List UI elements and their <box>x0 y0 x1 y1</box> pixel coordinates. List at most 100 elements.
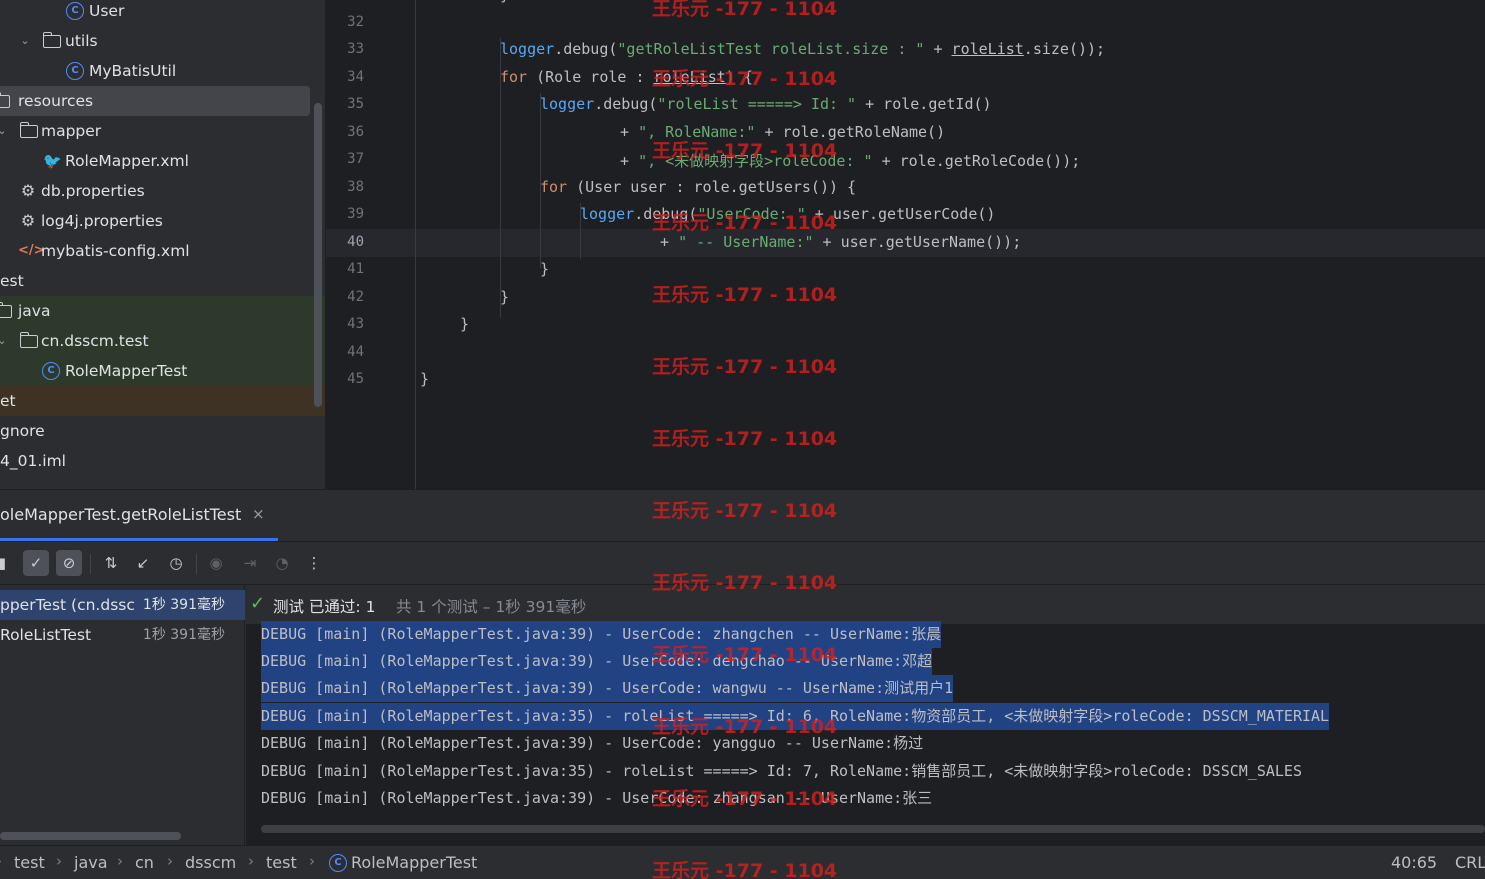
line-number[interactable]: 34 <box>326 69 364 85</box>
show-ignored-icon[interactable]: ⊘ <box>56 550 82 576</box>
code-line-45[interactable]: } <box>420 370 429 388</box>
breadcrumb-separator: › <box>248 852 254 870</box>
line-number[interactable]: 38 <box>326 179 364 195</box>
console-line[interactable]: DEBUG [main] (RoleMapperTest.java:35) - … <box>261 758 1302 785</box>
collapse-icon[interactable]: ↙ <box>130 550 156 576</box>
code-line-38[interactable]: for (User user : role.getUsers()) { <box>540 178 856 196</box>
code-line-33[interactable]: logger.debug("getRoleListTest roleList.s… <box>500 40 1105 58</box>
screenshot-icon[interactable]: ◉ <box>203 550 229 576</box>
coverage-icon[interactable]: ◔ <box>269 550 295 576</box>
sort-icon[interactable]: ⇅ <box>98 550 124 576</box>
tree-horizontal-scrollbar[interactable] <box>0 832 181 840</box>
line-number[interactable]: 45 <box>326 371 364 387</box>
console-horizontal-scrollbar[interactable] <box>261 825 1485 833</box>
breadcrumb-item[interactable]: java <box>74 853 108 872</box>
tree-item-user[interactable]: C User <box>0 0 312 26</box>
tree-item-mybatis-config[interactable]: </> mybatis-config.xml <box>0 236 312 266</box>
chevron-down-icon[interactable]: ⌄ <box>0 326 8 356</box>
check-icon: ✓ <box>250 593 266 614</box>
tree-item-rolemappertest[interactable]: C RoleMapperTest <box>0 356 325 386</box>
tree-item-java[interactable]: java <box>0 296 325 326</box>
console-output[interactable]: ✓ 测试 已通过: 1 共 1 个测试 – 1秒 391毫秒 DEBUG [ma… <box>246 585 1485 845</box>
run-tab-bar: oleMapperTest.getRoleListTest × <box>0 489 1485 541</box>
chevron-down-icon[interactable]: ⌄ <box>0 116 8 146</box>
indent-guide <box>415 0 416 489</box>
console-line[interactable]: DEBUG [main] (RoleMapperTest.java:39) - … <box>261 621 942 648</box>
code-line-34[interactable]: for (Role role : roleList) { <box>500 68 753 86</box>
code-line-43[interactable]: } <box>460 315 469 333</box>
console-line[interactable]: DEBUG [main] (RoleMapperTest.java:35) - … <box>261 703 1330 730</box>
chevron-down-icon[interactable]: ⌄ <box>19 26 31 56</box>
close-icon[interactable]: × <box>252 505 265 523</box>
toolbar-separator <box>90 554 91 574</box>
breadcrumb-separator: › <box>309 852 315 870</box>
line-number[interactable]: 33 <box>326 41 364 57</box>
run-toolbar: ■ ✓ ⊘ ⇅ ↙ ◷ ◉ ⇥ ◔ ⋮ <box>0 541 1485 585</box>
test-results-tree: pperTest (cn.dssc 1秒 391毫秒 RoleListTest … <box>0 585 245 845</box>
line-number[interactable]: 39 <box>326 206 364 222</box>
line-number[interactable]: 40 <box>326 234 364 250</box>
tree-item-utils[interactable]: ⌄ utils <box>0 26 312 56</box>
line-number[interactable]: 36 <box>326 124 364 140</box>
tree-scrollbar[interactable] <box>314 103 322 407</box>
test-row-method[interactable]: RoleListTest 1秒 391毫秒 <box>0 620 245 650</box>
code-line-41[interactable]: } <box>540 260 549 278</box>
tree-item-mybatisutil[interactable]: C MyBatisUtil <box>0 56 312 86</box>
code-line-36[interactable]: + ", RoleName:" + role.getRoleName() <box>620 123 945 141</box>
line-number[interactable]: 42 <box>326 289 364 305</box>
code-line-37[interactable]: + ", <未做映射字段>roleCode: " + role.getRoleC… <box>620 150 1080 171</box>
code-editor[interactable]: 32 33 34 35 36 37 38 39 40 41 42 43 44 4… <box>326 0 1485 489</box>
console-line[interactable]: DEBUG [main] (RoleMapperTest.java:39) - … <box>261 648 933 675</box>
resources-folder-icon <box>0 92 10 108</box>
tests-passed-label: 测试 已通过: 1 <box>273 598 376 616</box>
code-line-39[interactable]: logger.debug("UserCode: " + user.getUser… <box>580 205 995 223</box>
tree-item-iml[interactable]: 4_01.iml <box>0 446 312 476</box>
tree-item-gitignore[interactable]: gnore <box>0 416 312 446</box>
code-line-35[interactable]: logger.debug("roleList =====> Id: " + ro… <box>540 95 992 113</box>
tree-item-mapper[interactable]: ⌄ mapper <box>0 116 312 146</box>
line-number[interactable]: 35 <box>326 96 364 112</box>
tree-item-cn-dsscm-test[interactable]: ⌄ cn.dsscm.test <box>0 326 325 356</box>
class-icon: C <box>66 62 84 80</box>
project-tool-window: C User ⌄ utils C MyBatisUtil resources ⌄… <box>0 0 325 489</box>
tests-summary: 共 1 个测试 – 1秒 391毫秒 <box>396 598 587 616</box>
console-line[interactable]: DEBUG [main] (RoleMapperTest.java:39) - … <box>261 730 923 757</box>
code-line-40[interactable]: + " -- UserName:" + user.getUserName()); <box>660 233 1021 251</box>
import-icon[interactable]: ⇥ <box>237 550 263 576</box>
breadcrumb-separator: › <box>56 852 62 870</box>
more-icon[interactable]: ⋮ <box>301 550 327 576</box>
tree-item-resources[interactable]: resources <box>0 86 310 116</box>
stop-icon[interactable]: ■ <box>0 550 12 576</box>
line-number[interactable]: 32 <box>326 14 364 30</box>
line-number[interactable]: 37 <box>326 151 364 167</box>
properties-icon: ⚙ <box>20 211 36 230</box>
breadcrumb-item[interactable]: dsscm <box>185 853 236 872</box>
line-separator[interactable]: CRL <box>1455 853 1485 872</box>
tree-item-target[interactable]: et <box>0 386 325 416</box>
show-passed-icon[interactable]: ✓ <box>23 550 49 576</box>
tree-item-db-properties[interactable]: ⚙ db.properties <box>0 176 312 206</box>
console-line[interactable]: DEBUG [main] (RoleMapperTest.java:39) - … <box>261 785 932 812</box>
tree-item-rolemapper-xml[interactable]: 🐦 RoleMapper.xml <box>0 146 312 176</box>
line-number[interactable]: 41 <box>326 261 364 277</box>
caret-position[interactable]: 40:65 <box>1391 853 1437 872</box>
line-number[interactable]: 43 <box>326 316 364 332</box>
breadcrumb-item[interactable]: RoleMapperTest <box>351 853 477 872</box>
test-status-bar: ✓ 测试 已通过: 1 共 1 个测试 – 1秒 391毫秒 <box>246 585 1485 625</box>
console-line[interactable]: DEBUG [main] (RoleMapperTest.java:39) - … <box>261 675 954 702</box>
tree-item-log4j-properties[interactable]: ⚙ log4j.properties <box>0 206 312 236</box>
tree-item-test[interactable]: est <box>0 266 312 296</box>
breadcrumb-item[interactable]: test <box>14 853 45 872</box>
code-line-32[interactable]: } <box>500 0 509 4</box>
breadcrumb-item[interactable]: test <box>266 853 297 872</box>
test-row-class[interactable]: pperTest (cn.dssc 1秒 391毫秒 <box>0 590 245 620</box>
run-tab[interactable]: oleMapperTest.getRoleListTest × <box>0 490 278 541</box>
breadcrumb-item[interactable]: cn <box>135 853 154 872</box>
folder-icon <box>19 122 38 138</box>
history-icon[interactable]: ◷ <box>163 550 189 576</box>
xml-icon: </> <box>18 243 45 258</box>
code-line-42[interactable]: } <box>500 288 509 306</box>
run-tool-window: oleMapperTest.getRoleListTest × ■ ✓ ⊘ ⇅ … <box>0 489 1485 845</box>
line-number[interactable]: 44 <box>326 344 364 360</box>
package-icon <box>42 32 61 48</box>
